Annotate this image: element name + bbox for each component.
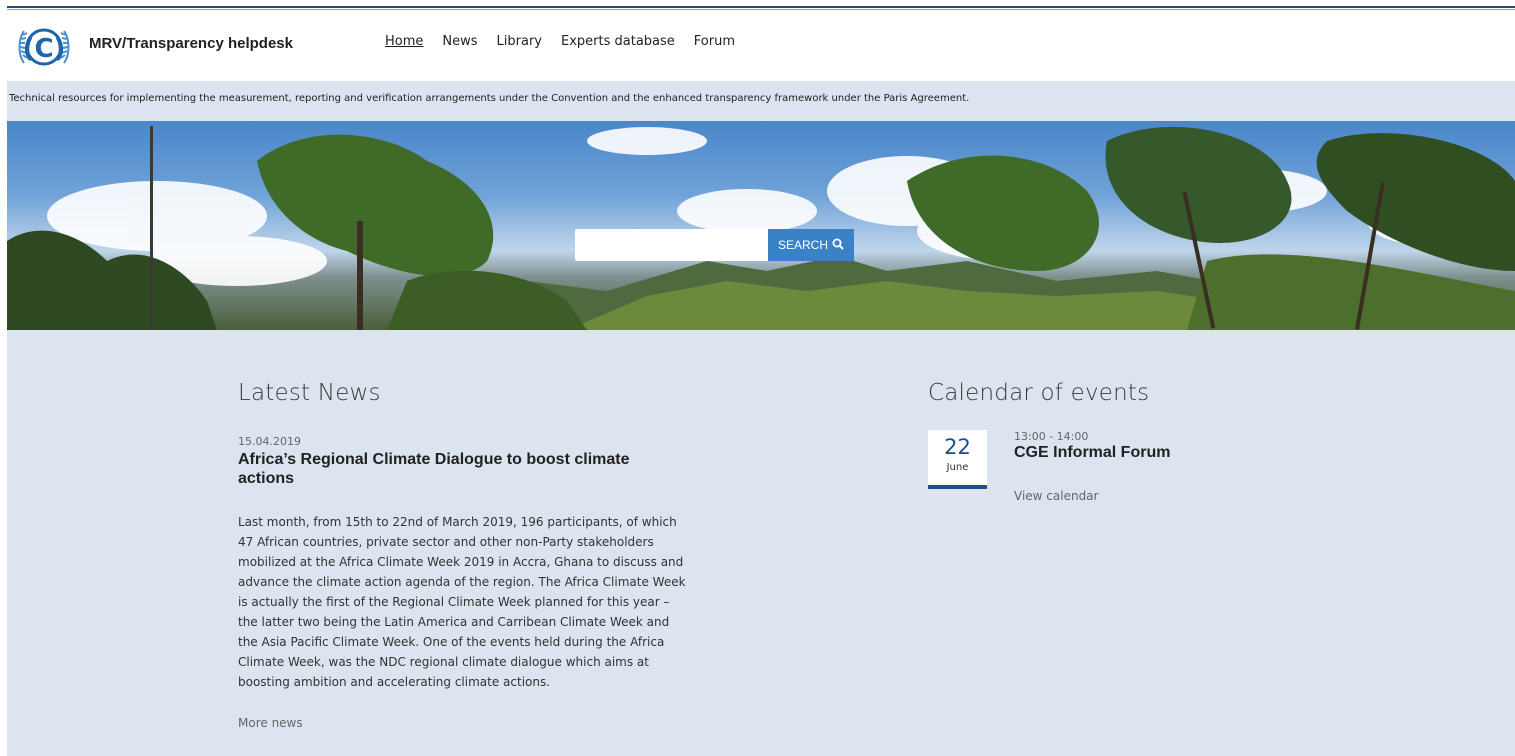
svg-text:(C): (C) (23, 34, 66, 64)
event-day: 22 (944, 435, 971, 459)
tagline-bar: Technical resources for implementing the… (7, 81, 1515, 121)
tagline-text: Technical resources for implementing the… (9, 93, 970, 104)
nav-news[interactable]: News (442, 34, 477, 49)
event-month: June (946, 462, 969, 473)
search-button-label: SEARCH (777, 238, 828, 252)
calendar-section: Calendar of events 22 June 13:00 - 14:00… (928, 330, 1328, 520)
event-title-link[interactable]: CGE Informal Forum (1014, 444, 1170, 462)
calendar-heading: Calendar of events (928, 380, 1150, 406)
nav-home[interactable]: Home (385, 34, 423, 49)
search-bar: SEARCH (575, 229, 854, 261)
main-content: Latest News 15.04.2019 Africa’s Regional… (7, 330, 1515, 756)
un-climate-change-logo-icon[interactable]: (C) (16, 25, 72, 69)
site-title[interactable]: MRV/Transparency helpdesk (89, 35, 293, 52)
search-icon (832, 238, 844, 253)
site-header: (C) MRV/Transparency helpdesk Home News … (7, 10, 1515, 81)
view-calendar-link[interactable]: View calendar (1014, 489, 1098, 503)
nav-experts-database[interactable]: Experts database (561, 34, 675, 49)
nav-library[interactable]: Library (497, 34, 542, 49)
latest-news-section: Latest News 15.04.2019 Africa’s Regional… (238, 330, 688, 730)
more-news-link[interactable]: More news (238, 716, 688, 730)
news-title-link[interactable]: Africa’s Regional Climate Dialogue to bo… (238, 450, 658, 488)
top-border (7, 6, 1515, 8)
main-nav: Home News Library Experts database Forum (385, 34, 754, 49)
event-date-badge: 22 June (928, 430, 987, 489)
news-body: Last month, from 15th to 22nd of March 2… (238, 515, 686, 689)
latest-news-heading: Latest News (238, 380, 381, 406)
hero-landscape-image (7, 126, 1515, 330)
search-button[interactable]: SEARCH (768, 229, 854, 261)
search-input[interactable] (575, 229, 768, 261)
calendar-event: 22 June 13:00 - 14:00 CGE Informal Forum… (928, 430, 1328, 520)
news-date: 15.04.2019 (238, 435, 301, 448)
nav-forum[interactable]: Forum (694, 34, 735, 49)
hero-banner: SEARCH (7, 121, 1515, 330)
event-time: 13:00 - 14:00 (1014, 430, 1089, 443)
